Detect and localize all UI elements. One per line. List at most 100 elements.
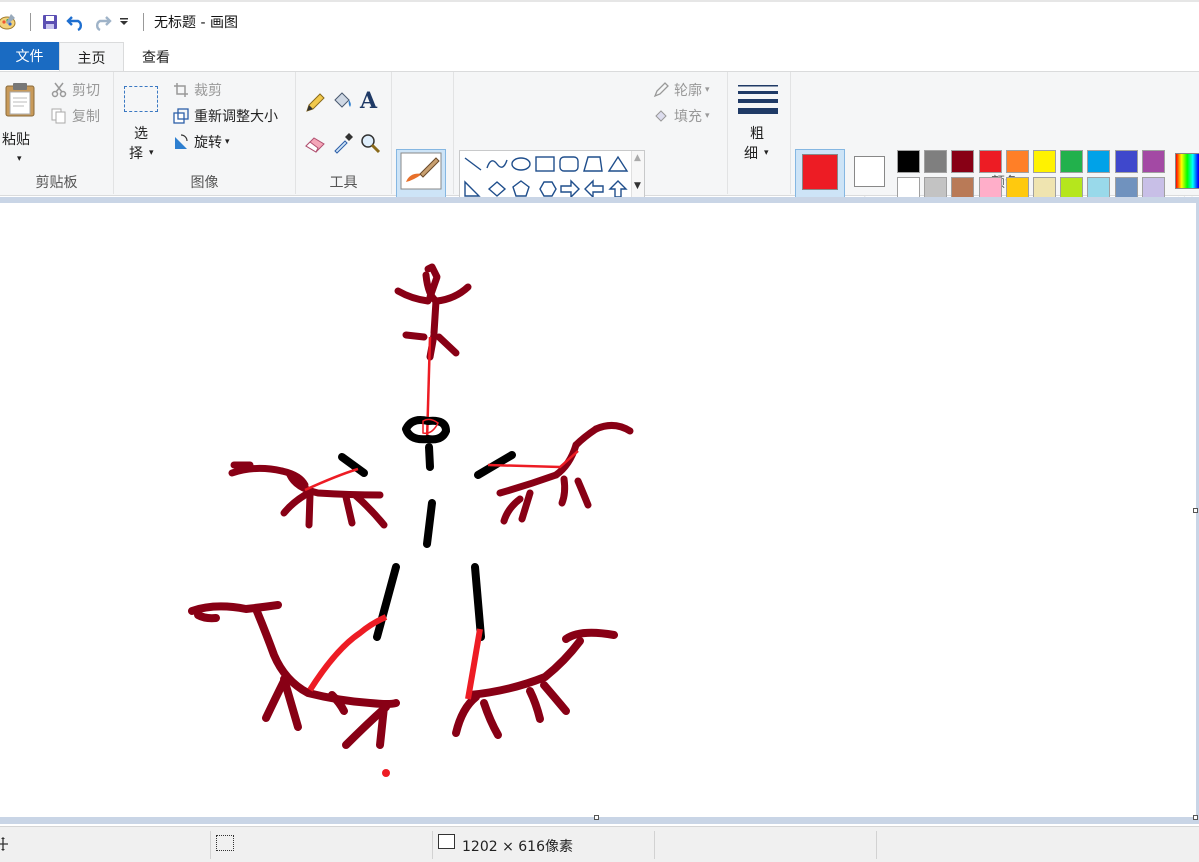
palette-swatch[interactable] bbox=[1005, 150, 1029, 173]
fill-bucket-icon[interactable] bbox=[331, 90, 353, 118]
outline-icon bbox=[652, 81, 670, 99]
select-dropdown-arrow-icon: ▾ bbox=[149, 148, 154, 158]
resize-handle-right[interactable] bbox=[1193, 508, 1198, 513]
size-button[interactable]: 粗 细 ▾ bbox=[736, 80, 780, 170]
image-group-label: 图像 bbox=[190, 175, 219, 191]
paste-icon bbox=[4, 82, 38, 122]
red-dot bbox=[382, 769, 390, 777]
canvas-work-area[interactable] bbox=[0, 197, 1199, 824]
paste-dropdown-arrow-icon: ▾ bbox=[17, 154, 22, 164]
brush-icon bbox=[400, 152, 442, 194]
scroll-up-icon[interactable]: ▲ bbox=[634, 153, 641, 163]
copy-icon bbox=[50, 107, 68, 125]
tab-home[interactable]: 主页 bbox=[59, 42, 124, 72]
palette-swatch[interactable] bbox=[1087, 150, 1111, 173]
paint-app-icon[interactable] bbox=[0, 11, 18, 33]
size-dropdown-arrow-icon: ▾ bbox=[764, 148, 769, 158]
stick-figure bbox=[394, 263, 472, 361]
resize-button[interactable]: 重新调整大小 bbox=[172, 106, 278, 126]
paste-label: 粘贴 bbox=[2, 132, 30, 148]
image-group: 选 择 ▾ 裁剪 重新调整大小 旋转 ▾ 图像 bbox=[114, 72, 296, 194]
color-1-swatch bbox=[802, 154, 838, 190]
outline-button[interactable]: 轮廓 ▾ bbox=[652, 80, 710, 100]
status-divider bbox=[876, 831, 877, 859]
palette-swatch[interactable] bbox=[924, 150, 948, 173]
palette-swatch[interactable] bbox=[1060, 150, 1084, 173]
resize-handle-bottom[interactable] bbox=[594, 815, 599, 820]
rotate-label: 旋转 bbox=[194, 135, 222, 151]
cut-icon bbox=[50, 81, 68, 99]
scroll-down-icon[interactable]: ▼ bbox=[634, 181, 641, 191]
outline-label: 轮廓 bbox=[674, 83, 702, 99]
select-label-1: 选 bbox=[134, 126, 148, 142]
tab-view[interactable]: 查看 bbox=[124, 42, 188, 72]
palette-swatch[interactable] bbox=[951, 150, 975, 173]
dog-upper-right bbox=[496, 422, 634, 525]
resize-label: 重新调整大小 bbox=[194, 109, 278, 125]
clipboard-group: 粘贴 ▾ 剪切 复制 剪贴板 bbox=[0, 72, 114, 194]
copy-button[interactable]: 复制 bbox=[50, 106, 100, 126]
tab-file[interactable]: 文件 bbox=[0, 42, 59, 70]
crop-label: 裁剪 bbox=[194, 83, 222, 99]
canvas-size-icon bbox=[438, 834, 455, 849]
undo-icon[interactable] bbox=[65, 11, 87, 33]
drawing-strokes bbox=[188, 263, 634, 777]
eraser-icon[interactable] bbox=[304, 132, 326, 158]
cursor-position-icon bbox=[0, 836, 10, 856]
crop-button[interactable]: 裁剪 bbox=[172, 80, 222, 100]
color-picker-icon[interactable] bbox=[332, 132, 354, 158]
ribbon-tab-row: 文件 主页 查看 bbox=[0, 42, 1199, 72]
clipboard-group-label: 剪贴板 bbox=[35, 175, 78, 191]
select-rectangle-icon bbox=[124, 86, 158, 112]
center-black-strokes bbox=[338, 416, 516, 641]
rotate-button[interactable]: 旋转 ▾ bbox=[172, 132, 230, 152]
tools-group: A 工具 bbox=[296, 72, 392, 194]
ribbon: 粘贴 ▾ 剪切 复制 剪贴板 选 择 ▾ 裁剪 重新调整大小 旋转 ▾ 图像 A… bbox=[0, 71, 1199, 237]
text-tool-icon[interactable]: A bbox=[360, 88, 377, 114]
separator bbox=[143, 13, 144, 31]
paste-button[interactable]: 粘贴 ▾ bbox=[0, 78, 44, 164]
quick-access-toolbar bbox=[0, 2, 152, 42]
fill-label: 填充 bbox=[674, 109, 702, 125]
select-button[interactable]: 选 择 ▾ bbox=[122, 82, 164, 164]
resize-handle-corner[interactable] bbox=[1193, 815, 1198, 820]
fill-dropdown-arrow-icon: ▾ bbox=[705, 111, 710, 121]
redo-icon[interactable] bbox=[91, 11, 113, 33]
window-title: 无标题 - 画图 bbox=[154, 15, 238, 31]
cut-button[interactable]: 剪切 bbox=[50, 80, 100, 100]
copy-label: 复制 bbox=[72, 109, 100, 125]
fill-button[interactable]: 填充 ▾ bbox=[652, 106, 710, 126]
leash-lower-left bbox=[307, 614, 388, 692]
paint-window: 无标题 - 画图 文件 主页 查看 粘贴 ▾ 剪切 复制 剪贴板 选 择 ▾ 裁… bbox=[0, 0, 1199, 862]
palette-swatch[interactable] bbox=[897, 150, 920, 173]
line-width-icon bbox=[738, 84, 778, 120]
edit-colors-icon bbox=[1175, 153, 1199, 189]
palette-swatch[interactable] bbox=[978, 150, 1002, 173]
magnifier-icon[interactable] bbox=[359, 132, 381, 158]
status-divider bbox=[654, 831, 655, 859]
save-icon[interactable] bbox=[39, 11, 61, 33]
selection-size-icon bbox=[216, 835, 234, 851]
crop-icon bbox=[172, 81, 190, 99]
fill-icon bbox=[652, 107, 670, 125]
resize-icon bbox=[172, 107, 190, 125]
size-label-2: 细 bbox=[744, 146, 758, 162]
separator bbox=[30, 13, 31, 31]
status-divider bbox=[432, 831, 433, 859]
leash-lower-right bbox=[465, 628, 483, 700]
size-group: 粗 细 ▾ bbox=[728, 72, 791, 194]
customize-quick-access-icon[interactable] bbox=[117, 11, 131, 33]
leash-upper-left bbox=[304, 467, 359, 492]
status-divider bbox=[210, 831, 211, 859]
palette-swatch[interactable] bbox=[1141, 150, 1165, 173]
canvas-size-text: 1202 × 616像素 bbox=[462, 839, 573, 855]
palette-swatch[interactable] bbox=[1033, 150, 1056, 173]
size-label-1: 粗 bbox=[750, 126, 764, 142]
palette-swatch[interactable] bbox=[1114, 150, 1138, 173]
rotate-icon bbox=[172, 133, 190, 151]
tools-group-label: 工具 bbox=[329, 175, 358, 191]
title-bar: 无标题 - 画图 bbox=[0, 0, 1199, 42]
pencil-icon[interactable] bbox=[304, 92, 326, 118]
cut-label: 剪切 bbox=[72, 83, 100, 99]
drawing-canvas[interactable] bbox=[0, 203, 1198, 820]
